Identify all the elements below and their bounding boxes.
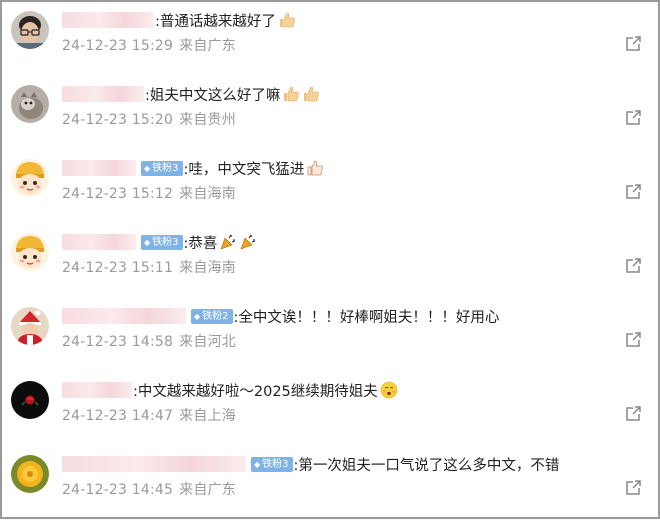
comment-source: 来自河北 [179, 334, 236, 350]
share-icon[interactable] [624, 479, 642, 497]
username[interactable] [62, 234, 136, 250]
comment-source: 来自海南 [179, 260, 236, 276]
thumbs-up-icon [278, 11, 296, 29]
badge-label: 铁粉3 [152, 162, 179, 174]
comment-text: :恭喜 [183, 235, 218, 252]
shy-face-icon [380, 381, 398, 399]
avatar-image [11, 307, 49, 345]
share-icon[interactable] [624, 35, 642, 53]
fan-badge[interactable]: ◆ 铁粉2 [191, 308, 233, 324]
comment-meta: 24-12-23 14:45 来自广东 [62, 479, 236, 499]
comment-meta: 24-12-23 15:11 来自海南 [62, 257, 236, 277]
share-icon[interactable] [624, 405, 642, 423]
username[interactable] [62, 456, 246, 472]
avatar[interactable] [11, 381, 49, 419]
comment-date: 24-12-23 15:29 [62, 38, 174, 54]
avatar-image [11, 11, 49, 49]
share-icon[interactable] [624, 257, 642, 275]
username[interactable] [62, 160, 136, 176]
comment-date: 24-12-23 15:12 [62, 186, 174, 202]
share-icon[interactable] [624, 109, 642, 127]
username[interactable] [62, 12, 154, 28]
party-popper-icon [219, 233, 237, 251]
comment-date: 24-12-23 14:45 [62, 482, 174, 498]
comment-source: 来自广东 [179, 38, 236, 54]
badge-label: 铁粉3 [152, 236, 179, 248]
badge-gem-icon: ◆ [194, 311, 201, 321]
badge-gem-icon: ◆ [254, 459, 261, 469]
comment-date: 24-12-23 15:11 [62, 260, 174, 276]
username[interactable] [62, 86, 144, 102]
comment-source: 来自广东 [179, 482, 236, 498]
avatar-image [11, 159, 49, 197]
comment-line: :姐夫中文这么好了嘛 [62, 83, 320, 105]
comment-meta: 24-12-23 15:12 来自海南 [62, 183, 236, 203]
comment-item: ◆ 铁粉3 :第一次姐夫一口气说了这么多中文，不错 24-12-23 14:45 来… [2, 446, 658, 520]
comment-date: 24-12-23 14:58 [62, 334, 174, 350]
comment-text: :姐夫中文这么好了嘛 [145, 87, 281, 104]
party-popper-icon [239, 233, 257, 251]
avatar-image [11, 455, 49, 493]
comment-meta: 24-12-23 15:29 来自广东 [62, 35, 236, 55]
thumbs-up-icon [302, 85, 320, 103]
comment-text: :中文越来越好啦～2025继续期待姐夫 [133, 383, 378, 400]
fan-badge[interactable]: ◆ 铁粉3 [251, 456, 293, 472]
comment-meta: 24-12-23 14:58 来自河北 [62, 331, 236, 351]
thumbs-up-outline-icon [306, 159, 324, 177]
comment-meta: 24-12-23 15:20 来自贵州 [62, 109, 236, 129]
comment-line: ◆ 铁粉3 :第一次姐夫一口气说了这么多中文，不错 [62, 453, 559, 475]
comment-item: :中文越来越好啦～2025继续期待姐夫 24-12-23 14:47 来自上海 [2, 372, 658, 446]
avatar[interactable] [11, 307, 49, 345]
comment-source: 来自上海 [179, 408, 236, 424]
avatar-image [11, 85, 49, 123]
badge-gem-icon: ◆ [144, 237, 151, 247]
comment-source: 来自贵州 [179, 112, 236, 128]
comment-text: :第一次姐夫一口气说了这么多中文，不错 [293, 457, 560, 474]
avatar[interactable] [11, 85, 49, 123]
avatar[interactable] [11, 159, 49, 197]
comment-line: :普通话越来越好了 [62, 9, 296, 31]
comment-item: ◆ 铁粉2 :全中文诶！！！好棒啊姐夫！！！好用心 24-12-23 14:58 来… [2, 298, 658, 372]
comment-item: ◆ 铁粉3 :哇，中文突飞猛进 24-12-23 15:12 来自海南 [2, 150, 658, 224]
comment-item: :姐夫中文这么好了嘛 24-12-23 15:20 来自贵州 [2, 76, 658, 150]
comment-text: :全中文诶！！！好棒啊姐夫！！！好用心 [233, 309, 500, 326]
fan-badge[interactable]: ◆ 铁粉3 [141, 160, 183, 176]
badge-gem-icon: ◆ [144, 163, 151, 173]
comment-item: ◆ 铁粉3 :恭喜 24-12-23 15:11 来自海南 [2, 224, 658, 298]
badge-label: 铁粉2 [202, 310, 229, 322]
comment-line: :中文越来越好啦～2025继续期待姐夫 [62, 379, 398, 401]
avatar[interactable] [11, 455, 49, 493]
thumbs-up-icon [282, 85, 300, 103]
comment-item: :普通话越来越好了 24-12-23 15:29 来自广东 [2, 2, 658, 76]
comment-date: 24-12-23 15:20 [62, 112, 174, 128]
avatar[interactable] [11, 233, 49, 271]
badge-label: 铁粉3 [262, 458, 289, 470]
comment-date: 24-12-23 14:47 [62, 408, 174, 424]
avatar-image [11, 381, 49, 419]
avatar-image [11, 233, 49, 271]
comment-line: ◆ 铁粉3 :恭喜 [62, 231, 257, 253]
comment-text: :普通话越来越好了 [155, 13, 276, 30]
comment-list: :普通话越来越好了 24-12-23 15:29 来自广东 :姐夫中文这么好了嘛… [0, 0, 660, 519]
comment-meta: 24-12-23 14:47 来自上海 [62, 405, 236, 425]
avatar[interactable] [11, 11, 49, 49]
comment-line: ◆ 铁粉3 :哇，中文突飞猛进 [62, 157, 324, 179]
share-icon[interactable] [624, 331, 642, 349]
comment-line: ◆ 铁粉2 :全中文诶！！！好棒啊姐夫！！！好用心 [62, 305, 499, 327]
share-icon[interactable] [624, 183, 642, 201]
comment-text: :哇，中文突飞猛进 [183, 161, 305, 178]
comment-source: 来自海南 [179, 186, 236, 202]
username[interactable] [62, 382, 132, 398]
username[interactable] [62, 308, 186, 324]
fan-badge[interactable]: ◆ 铁粉3 [141, 234, 183, 250]
